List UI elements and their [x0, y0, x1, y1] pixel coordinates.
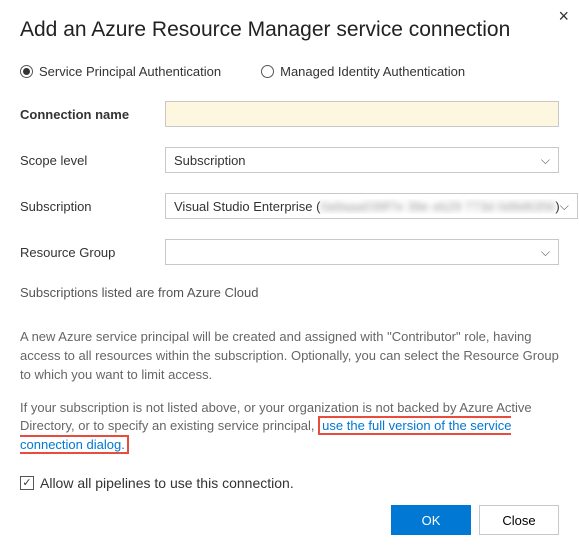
- select-value: Visual Studio Enterprise (0a9aaa039f7e 3…: [174, 199, 560, 214]
- subscription-select[interactable]: Visual Studio Enterprise (0a9aaa039f7e 3…: [165, 193, 578, 219]
- select-value: Subscription: [174, 153, 246, 168]
- dialog-root: × Add an Azure Resource Manager service …: [0, 0, 579, 553]
- field-scope-level: Scope level Subscription ⌵: [20, 147, 559, 173]
- field-resource-group: Resource Group ⌵: [20, 239, 559, 265]
- ok-button[interactable]: OK: [391, 505, 471, 535]
- close-button[interactable]: Close: [479, 505, 559, 535]
- radio-service-principal[interactable]: Service Principal Authentication: [20, 64, 221, 79]
- chevron-down-icon: ⌵: [541, 245, 550, 260]
- radio-managed-identity[interactable]: Managed Identity Authentication: [261, 64, 465, 79]
- field-label: Subscription: [20, 199, 165, 214]
- chevron-down-icon: ⌵: [541, 153, 550, 168]
- checkbox-label: Allow all pipelines to use this connecti…: [40, 475, 294, 491]
- scope-level-select[interactable]: Subscription ⌵: [165, 147, 559, 173]
- chevron-down-icon: ⌵: [560, 199, 569, 214]
- field-label: Connection name: [20, 107, 165, 122]
- dialog-buttons: OK Close: [20, 505, 559, 535]
- auth-radio-group: Service Principal Authentication Managed…: [20, 64, 559, 79]
- cloud-info-text: Subscriptions listed are from Azure Clou…: [20, 285, 559, 300]
- field-label: Scope level: [20, 153, 165, 168]
- allow-all-pipelines-checkbox[interactable]: ✓ Allow all pipelines to use this connec…: [20, 475, 559, 491]
- sp-description-text: A new Azure service principal will be cr…: [20, 328, 559, 385]
- connection-name-input[interactable]: [165, 101, 559, 127]
- close-icon[interactable]: ×: [558, 6, 569, 27]
- resource-group-select[interactable]: ⌵: [165, 239, 559, 265]
- dialog-title: Add an Azure Resource Manager service co…: [20, 18, 559, 42]
- fallback-text: If your subscription is not listed above…: [20, 399, 559, 456]
- radio-label: Managed Identity Authentication: [280, 64, 465, 79]
- radio-icon: [261, 65, 274, 78]
- field-label: Resource Group: [20, 245, 165, 260]
- field-subscription: Subscription Visual Studio Enterprise (0…: [20, 193, 559, 219]
- checkbox-icon: ✓: [20, 476, 34, 490]
- radio-icon: [20, 65, 33, 78]
- radio-label: Service Principal Authentication: [39, 64, 221, 79]
- field-connection-name: Connection name: [20, 101, 559, 127]
